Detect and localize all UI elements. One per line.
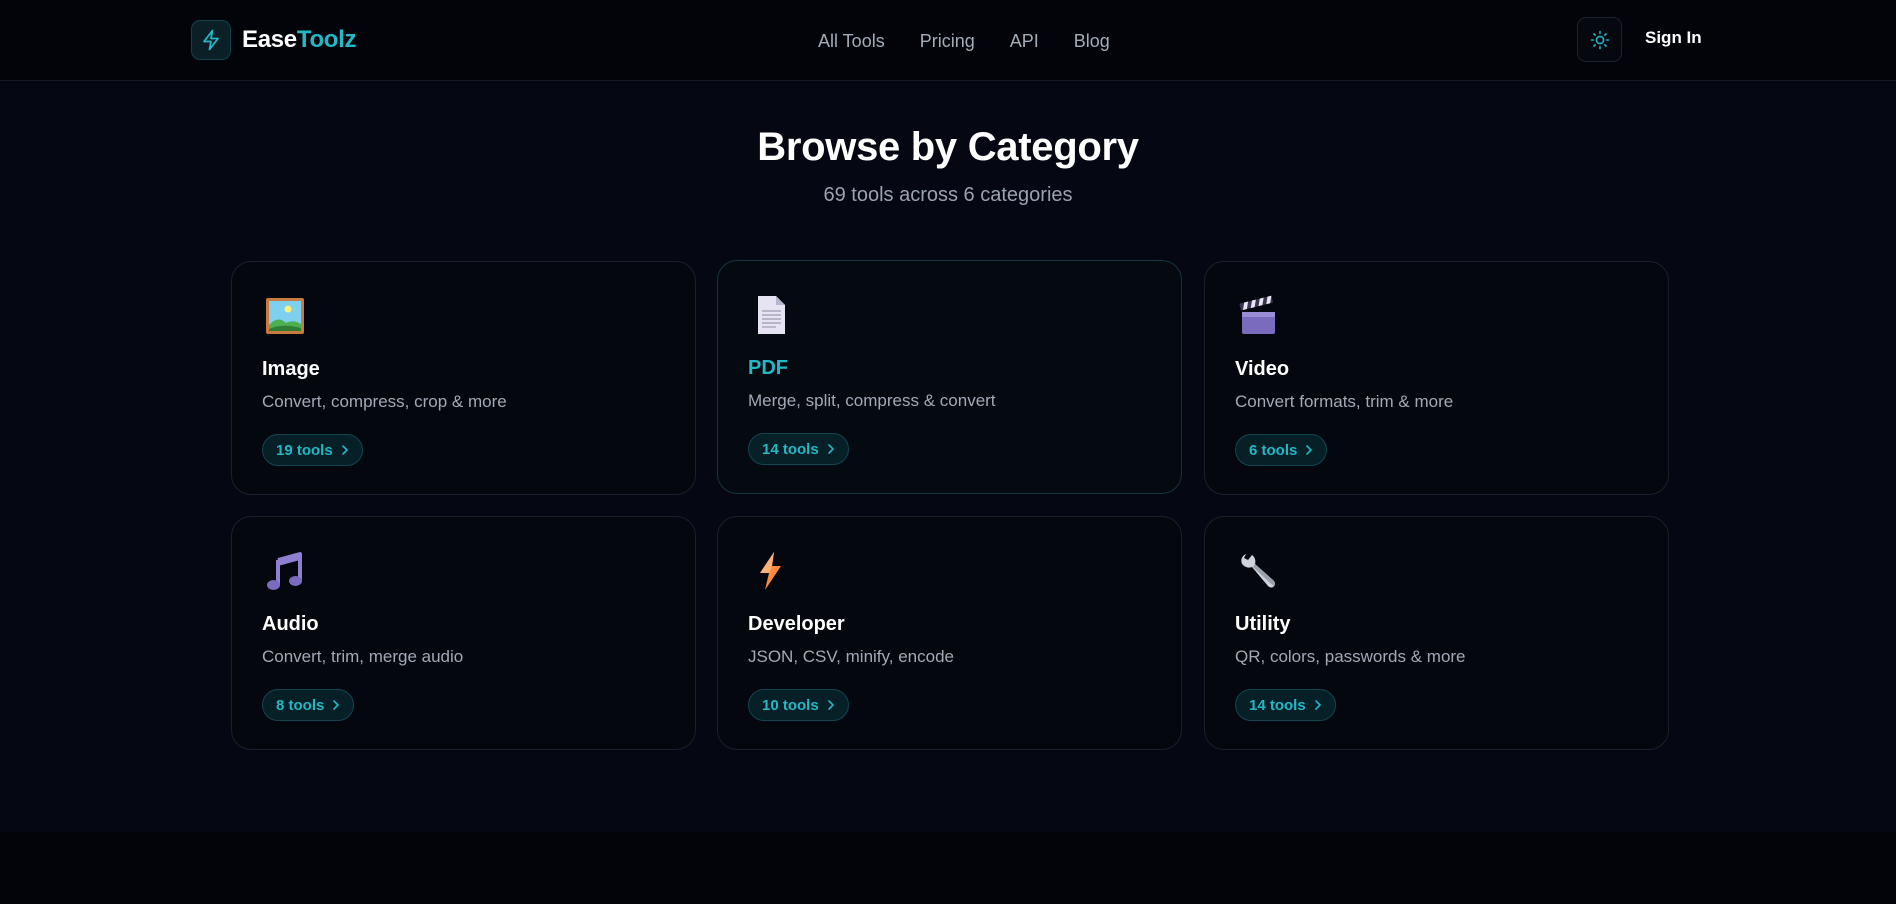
category-count-label: 8 tools [276,696,325,714]
nav-link-api[interactable]: API [1010,31,1039,52]
page-subtitle: 69 tools across 6 categories [823,184,1073,206]
lightning-logo-icon [191,20,231,60]
category-count-label: 14 tools [1249,696,1306,714]
category-title: Developer [748,613,845,635]
category-count-badge[interactable]: 8 tools [262,689,355,721]
chevron-right-icon [827,443,835,455]
category-card-audio[interactable]: Audio Convert, trim, merge audio 8 tools [231,516,696,750]
category-title: Video [1235,358,1290,380]
wrench-icon [1237,550,1279,592]
category-title: Audio [262,613,319,635]
category-card-pdf[interactable]: PDF Merge, split, compress & convert 14 … [717,260,1182,494]
site-header: EaseToolz All Tools Pricing API Blog Sig… [0,0,1896,81]
category-title: PDF [748,357,788,379]
page: EaseToolz All Tools Pricing API Blog Sig… [0,0,1896,904]
category-count-badge[interactable]: 6 tools [1235,434,1328,466]
category-description: Convert formats, trim & more [1235,392,1454,411]
category-description: Convert, trim, merge audio [262,647,464,666]
brand-name: EaseToolz [242,26,357,54]
chevron-right-icon [827,699,835,711]
category-count-badge[interactable]: 14 tools [748,433,849,465]
chevron-right-icon [341,444,349,456]
category-card-video[interactable]: Video Convert formats, trim & more 6 too… [1204,261,1669,495]
category-count-badge[interactable]: 10 tools [748,689,849,721]
framed-picture-icon [264,295,306,337]
chevron-right-icon [332,699,340,711]
document-icon [750,294,792,336]
category-count-label: 10 tools [762,696,819,714]
lightning-icon [750,550,792,592]
category-description: Merge, split, compress & convert [748,391,996,410]
category-card-utility[interactable]: Utility QR, colors, passwords & more 14 … [1204,516,1669,750]
page-title: Browse by Category [757,125,1139,169]
nav-link-blog[interactable]: Blog [1074,31,1110,52]
brand-name-part1: Ease [242,26,297,53]
category-description: Convert, compress, crop & more [262,392,507,411]
category-count-badge[interactable]: 14 tools [1235,689,1336,721]
category-title: Image [262,358,320,380]
category-card-developer[interactable]: Developer JSON, CSV, minify, encode 10 t… [717,516,1182,750]
category-title: Utility [1235,613,1291,635]
chevron-right-icon [1305,444,1313,456]
category-card-image[interactable]: Image Convert, compress, crop & more 19 … [231,261,696,495]
category-count-label: 6 tools [1249,441,1298,459]
category-count-label: 14 tools [762,440,819,458]
theme-toggle-button[interactable] [1577,17,1622,62]
main-nav: All Tools Pricing API Blog [818,27,1110,55]
category-description: QR, colors, passwords & more [1235,647,1466,666]
brand-logo[interactable]: EaseToolz [191,20,357,60]
chevron-right-icon [1314,699,1322,711]
sun-icon [1590,30,1609,49]
clapper-board-icon [1237,295,1279,337]
music-note-icon [264,550,306,592]
category-count-label: 19 tools [276,441,333,459]
category-count-badge[interactable]: 19 tools [262,434,363,466]
category-description: JSON, CSV, minify, encode [748,647,954,666]
brand-name-part2: Toolz [296,26,357,53]
nav-link-all-tools[interactable]: All Tools [818,31,885,52]
footer-strip [0,832,1896,904]
sign-in-button[interactable]: Sign In [1645,28,1702,48]
nav-link-pricing[interactable]: Pricing [920,31,975,52]
